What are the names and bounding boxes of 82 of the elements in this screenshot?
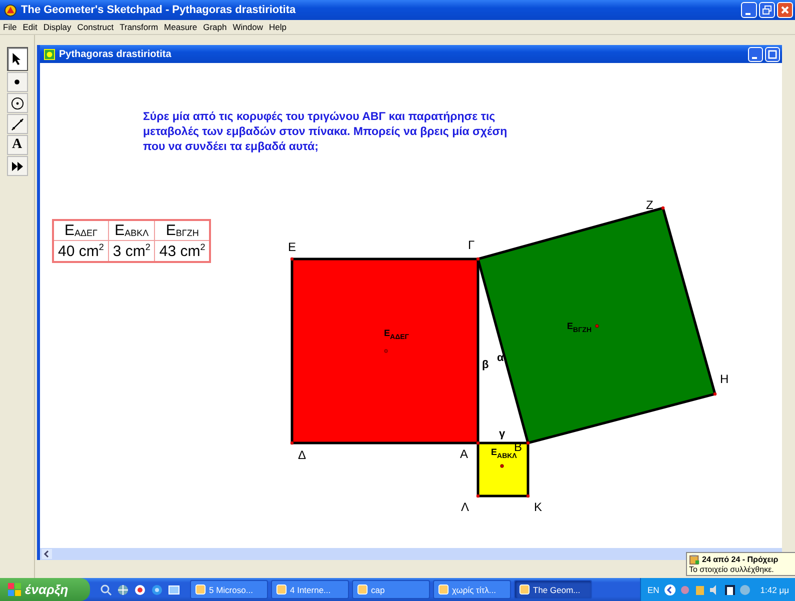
restore-button[interactable] xyxy=(759,2,775,18)
scroll-left-icon[interactable] xyxy=(42,549,52,559)
vertex-label: Λ xyxy=(461,501,470,513)
side-label: α xyxy=(497,353,504,364)
search-icon[interactable] xyxy=(100,584,112,596)
vertex-label: Ζ xyxy=(646,199,654,211)
window-icon xyxy=(276,584,287,595)
app-icon xyxy=(4,4,17,16)
circle-icon xyxy=(10,96,24,110)
maximize-icon xyxy=(768,50,777,58)
menu-item[interactable]: Measure xyxy=(164,22,198,32)
menu-item[interactable]: Transform xyxy=(120,22,158,32)
menu-item[interactable]: Help xyxy=(268,22,286,32)
notification-message: Το στοιχείο συλλέχθηκε. xyxy=(689,565,775,574)
globe-icon[interactable] xyxy=(117,584,129,596)
menu-item[interactable]: Edit xyxy=(22,22,38,32)
notification-title: 24 από 24 - Πρόχειρ xyxy=(702,555,778,564)
maximize-button[interactable] xyxy=(765,46,780,62)
area-label: Ε$_{ΑΔΕΓ}$ xyxy=(384,328,409,343)
disc-icon[interactable] xyxy=(134,584,146,596)
minimize-button[interactable] xyxy=(748,46,763,62)
vertex-label: Κ xyxy=(534,501,542,513)
window-icon xyxy=(438,584,449,595)
vertex-point[interactable] xyxy=(713,392,717,396)
vertex-label: Γ xyxy=(468,239,475,251)
label-point[interactable] xyxy=(500,464,504,468)
restore-icon xyxy=(762,5,772,15)
clock: 1:42 μμ xyxy=(760,584,789,594)
browser-icon[interactable] xyxy=(151,584,163,596)
vertex-point[interactable] xyxy=(661,206,665,210)
minimize-button[interactable] xyxy=(741,2,757,18)
vertex-point[interactable] xyxy=(290,257,294,261)
window-icon xyxy=(357,584,368,595)
tool-button[interactable] xyxy=(6,156,28,176)
line-icon xyxy=(10,118,24,130)
vertex-point[interactable] xyxy=(476,441,480,445)
taskbar-button[interactable]: The Geom... xyxy=(514,580,592,599)
windows-logo-icon xyxy=(8,583,21,596)
tool-button[interactable] xyxy=(6,93,28,113)
vertex-label: Α xyxy=(460,448,468,460)
taskbar-button[interactable]: χωρίς τίτλ... xyxy=(433,580,511,599)
vertex-point[interactable] xyxy=(476,494,480,498)
menu-item[interactable]: Construct xyxy=(77,22,114,32)
minimize-icon xyxy=(745,12,751,14)
instruction-text: Σύρε μία από τις κορυφές του τριγώνου ΑΒΓ και παρατήρησε τις μεταβολές των εμβαδών στον πίνακα. Μπορείς να βρεις μία σχέση που να συνδέει τα εμβαδά αυτά; xyxy=(143,110,508,155)
vertex-point[interactable] xyxy=(526,494,530,498)
taskbar-button[interactable]: cap xyxy=(352,580,430,599)
point-icon xyxy=(14,79,20,85)
document-title: Pythagoras drastiriotita xyxy=(59,48,172,60)
arrow-icon xyxy=(11,52,23,66)
tool-button[interactable] xyxy=(6,47,28,71)
vertex-point[interactable] xyxy=(290,441,294,445)
taskbar-button[interactable]: 4 Interne... xyxy=(271,580,349,599)
window-title: The Geometer's Sketchpad - Pythagoras drastiriotita xyxy=(21,4,297,16)
side-label: β xyxy=(482,360,489,371)
tool-button[interactable] xyxy=(6,72,28,92)
vertex-label: Η xyxy=(720,373,729,385)
double-arrow-icon xyxy=(10,160,24,172)
menu-item[interactable]: Display xyxy=(43,22,72,32)
desktop-icon[interactable] xyxy=(168,584,180,596)
clipboard-icon xyxy=(689,554,700,565)
chevron-icon[interactable] xyxy=(664,584,676,596)
minimize-icon xyxy=(752,56,757,58)
text-tool-button[interactable]: A xyxy=(6,135,28,155)
taskbar-button[interactable]: 5 Microso... xyxy=(190,580,268,599)
tool-button[interactable] xyxy=(6,114,28,134)
vertex-point[interactable] xyxy=(526,441,530,445)
window-icon xyxy=(519,584,530,595)
vertex-label: Δ xyxy=(298,449,306,461)
window-icon xyxy=(195,584,206,595)
vertex-label: Ε xyxy=(288,241,296,253)
menu-item[interactable]: Graph xyxy=(203,22,227,32)
area-label: Ε$_{ΒΓΖΗ}$ xyxy=(567,321,592,336)
menu-item[interactable]: File xyxy=(3,22,17,32)
square-polygon[interactable] xyxy=(476,442,530,498)
vertex-point[interactable] xyxy=(476,257,480,261)
side-label: γ xyxy=(499,429,506,440)
close-button[interactable] xyxy=(777,2,793,18)
close-icon xyxy=(780,5,790,15)
menu-item[interactable]: Window xyxy=(232,22,263,32)
clipboard-icon[interactable] xyxy=(694,584,706,596)
document-icon xyxy=(44,48,55,60)
